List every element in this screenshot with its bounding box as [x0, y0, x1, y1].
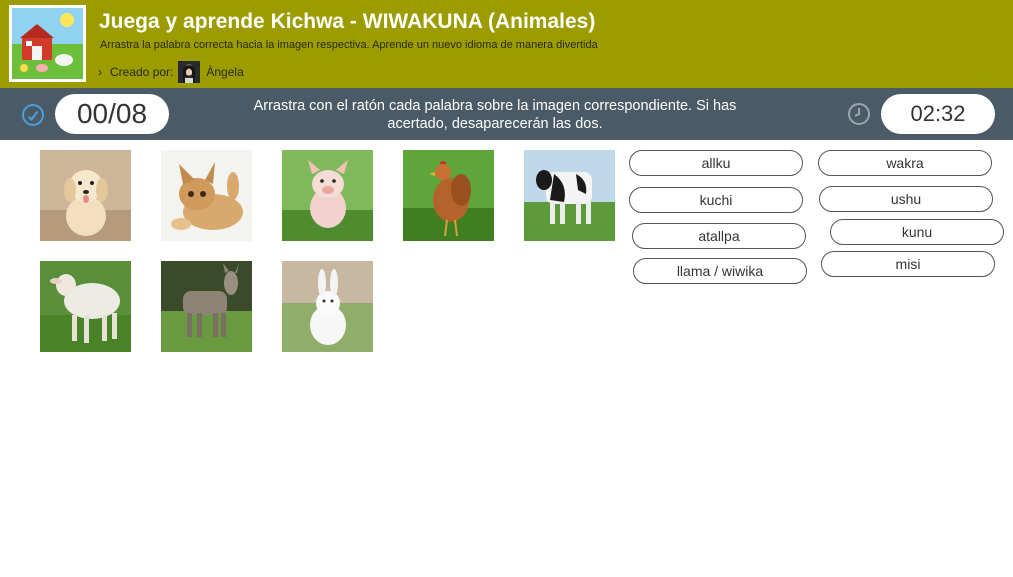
word-pill[interactable]: kuchi	[629, 187, 803, 213]
image-tile-kitten[interactable]	[161, 150, 252, 241]
image-tile-piglet[interactable]	[282, 150, 373, 241]
sheep-image	[40, 261, 131, 352]
image-tile-cow[interactable]	[524, 150, 615, 241]
word-pill[interactable]: ushu	[819, 186, 993, 212]
score-counter: 00/08	[55, 94, 169, 134]
word-pill[interactable]: wakra	[818, 150, 992, 176]
rabbit-image	[282, 261, 373, 352]
countdown-timer: 02:32	[881, 94, 995, 134]
clock-icon	[848, 103, 870, 125]
check-circle-icon	[22, 104, 44, 126]
hen-image	[403, 150, 494, 241]
activity-subtitle: Arrastra la palabra correcta hacia la im…	[100, 39, 598, 51]
word-pill[interactable]: misi	[821, 251, 995, 277]
piglet-image	[282, 150, 373, 241]
activity-thumbnail	[9, 5, 86, 82]
creator-label: Creado por:	[110, 65, 174, 79]
activity-title: Juega y aprende Kichwa - WIWAKUNA (Anima…	[99, 10, 596, 33]
word-pill[interactable]: kunu	[830, 219, 1004, 245]
kitten-image	[161, 150, 252, 241]
word-pill[interactable]: llama / wiwika	[633, 258, 807, 284]
image-tile-sheep[interactable]	[40, 261, 131, 352]
word-pill[interactable]: allku	[629, 150, 803, 176]
image-tile-puppy[interactable]	[40, 150, 131, 241]
puppy-image	[40, 150, 131, 241]
activity-header: Juega y aprende Kichwa - WIWAKUNA (Anima…	[0, 0, 1013, 88]
creator-info[interactable]: › Creado por: Àngela	[98, 60, 244, 84]
image-tile-hen[interactable]	[403, 150, 494, 241]
farm-thumbnail-image	[12, 8, 83, 79]
word-pill[interactable]: atallpa	[632, 223, 806, 249]
image-tile-donkey[interactable]	[161, 261, 252, 352]
creator-name[interactable]: Àngela	[206, 65, 243, 79]
instructions-text: Arrastra con el ratón cada palabra sobre…	[253, 98, 737, 132]
image-tile-rabbit[interactable]	[282, 261, 373, 352]
chevron-right-icon: ›	[98, 65, 102, 79]
cow-image	[524, 150, 615, 241]
avatar	[178, 61, 201, 83]
donkey-image	[161, 261, 252, 352]
